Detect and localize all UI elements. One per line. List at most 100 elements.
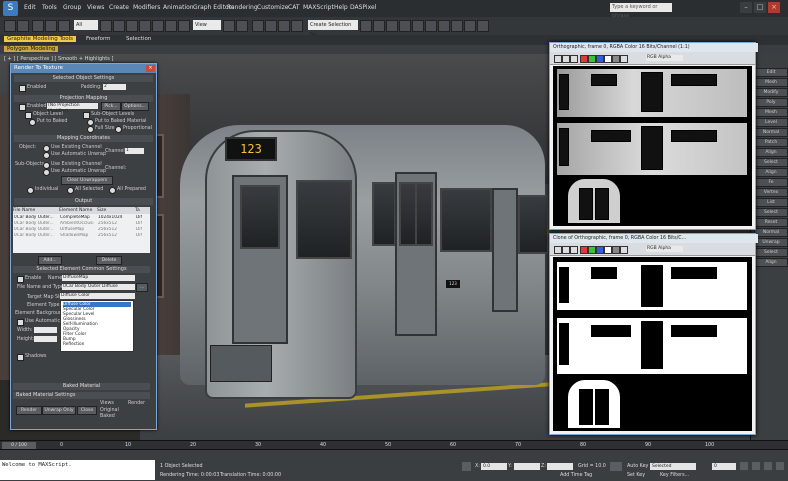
play-icon[interactable] xyxy=(740,462,748,470)
reference-coordinate-dropdown[interactable]: View xyxy=(193,20,221,30)
layer-manager-icon[interactable] xyxy=(386,20,398,32)
table-cell[interactable]: ShadowsMap xyxy=(60,233,96,239)
table-cell[interactable]: 256x512 xyxy=(98,233,134,239)
schematic-view-icon[interactable] xyxy=(425,20,437,32)
menu-help[interactable]: Help xyxy=(334,4,348,11)
viewport-label[interactable]: [ + ] [ Perspective ] [ Smooth + Highlig… xyxy=(4,56,113,62)
column-header-element-name[interactable]: Element Name xyxy=(59,207,97,214)
selection-filter-dropdown[interactable]: All xyxy=(74,20,98,30)
named-selection-dropdown[interactable]: Create Selection Se xyxy=(308,20,358,38)
alpha-channel-icon[interactable] xyxy=(604,55,612,63)
scale-icon[interactable] xyxy=(178,20,190,32)
rectangular-selection-icon[interactable] xyxy=(126,20,138,32)
menu-create[interactable]: Create xyxy=(109,4,129,11)
file-name-field[interactable]: 0Car Body Outer Diffuse xyxy=(62,284,135,290)
y-coordinate-field[interactable] xyxy=(514,463,540,470)
percent-snap-icon[interactable] xyxy=(278,20,290,32)
modifier-button[interactable]: Normal xyxy=(754,128,788,137)
monochrome-icon[interactable] xyxy=(612,246,620,254)
menu-rendering[interactable]: Rendering xyxy=(227,4,258,11)
add-button[interactable]: Add... xyxy=(38,256,62,265)
menu-modifiers[interactable]: Modifiers xyxy=(133,4,160,11)
redo-icon[interactable] xyxy=(17,20,29,32)
put-to-baked-material-radio[interactable] xyxy=(87,119,94,126)
save-image-icon[interactable] xyxy=(554,246,562,254)
clone-window-icon[interactable] xyxy=(570,55,578,63)
column-header-file-name[interactable]: File Name xyxy=(13,207,59,214)
align-icon[interactable] xyxy=(373,20,385,32)
menu-animation[interactable]: Animation xyxy=(163,4,194,11)
section-projection-mapping[interactable]: Projection Mapping xyxy=(14,95,153,102)
table-cell[interactable]: 0Car Body Outer... xyxy=(14,233,58,239)
modifier-button[interactable]: Select xyxy=(754,158,788,167)
target-map-slot-dropdown[interactable]: Diffuse Color xyxy=(60,293,135,299)
all-selected-radio[interactable] xyxy=(67,187,74,194)
section-mapping-coordinates[interactable]: Mapping Coordinates xyxy=(14,135,153,142)
sub-use-existing-radio[interactable] xyxy=(43,162,50,169)
modifier-button[interactable]: Edit xyxy=(754,68,788,77)
lock-selection-icon[interactable] xyxy=(462,462,471,471)
full-size-radio[interactable] xyxy=(87,126,94,133)
shadows-checkbox[interactable] xyxy=(17,354,24,361)
modifier-button[interactable]: Normal xyxy=(754,228,788,237)
use-auto-unwrap-radio[interactable] xyxy=(43,152,50,159)
modifier-button[interactable]: Select xyxy=(754,248,788,257)
zoom-icon[interactable] xyxy=(764,462,772,470)
close-icon[interactable]: × xyxy=(146,65,155,72)
rendered-frame-title[interactable]: Orthographic, frame 0, RGBA Color 16 Bit… xyxy=(550,43,758,52)
auto-map-size-checkbox[interactable] xyxy=(17,319,24,326)
blue-channel-icon[interactable] xyxy=(596,55,604,63)
minimize-icon[interactable]: – xyxy=(740,2,752,13)
key-filters-button[interactable]: Key Filters... xyxy=(660,473,689,478)
copy-image-icon[interactable] xyxy=(562,246,570,254)
alpha-channel-icon[interactable] xyxy=(604,246,612,254)
put-to-baked-radio[interactable] xyxy=(29,119,36,126)
close-button[interactable]: Close xyxy=(77,406,97,415)
clear-icon[interactable] xyxy=(620,246,628,254)
monochrome-icon[interactable] xyxy=(612,55,620,63)
options-button[interactable]: Options... xyxy=(121,102,149,111)
table-cell[interactable]: Dif xyxy=(136,233,150,239)
tab-freeform[interactable]: Freeform xyxy=(86,36,111,42)
menu-group[interactable]: Group xyxy=(63,4,81,11)
column-header-target[interactable]: Ta xyxy=(135,207,150,214)
time-slider-handle[interactable]: 0 / 100 xyxy=(2,442,36,449)
column-header-size[interactable]: Size xyxy=(97,207,135,214)
cloned-frame-title[interactable]: Clone of Orthographic, frame 0, RGBA Col… xyxy=(550,234,758,243)
search-input[interactable]: Type a keyword or phrase xyxy=(610,3,672,19)
pivot-center-icon[interactable] xyxy=(223,20,235,32)
add-time-tag[interactable]: Add Time Tag xyxy=(560,473,592,478)
all-prepared-radio[interactable] xyxy=(109,187,116,194)
render-production-icon[interactable] xyxy=(477,20,489,32)
browse-file-button[interactable]: … xyxy=(136,283,148,292)
red-channel-icon[interactable] xyxy=(580,246,588,254)
menu-maxscript[interactable]: MAXScript xyxy=(303,4,334,11)
object-level-checkbox[interactable] xyxy=(25,112,32,119)
tab-graphite-modeling-tools[interactable]: Graphite Modeling Tools xyxy=(4,36,77,42)
use-existing-channel-radio[interactable] xyxy=(43,145,50,152)
snap-toggle-icon[interactable] xyxy=(252,20,264,32)
padding-field[interactable]: 2 xyxy=(103,84,126,90)
undo-icon[interactable] xyxy=(4,20,16,32)
material-editor-icon[interactable] xyxy=(438,20,450,32)
maxscript-listener[interactable]: Welcome to MAXScript. xyxy=(0,460,155,480)
set-key-button[interactable]: Set Key xyxy=(627,473,645,478)
modifier-button[interactable]: List xyxy=(754,198,788,207)
modifier-button[interactable]: Modify xyxy=(754,88,788,97)
enable-checkbox[interactable] xyxy=(17,276,24,283)
copy-image-icon[interactable] xyxy=(562,55,570,63)
menu-daspixel[interactable]: DASPixel xyxy=(350,4,376,11)
key-mode-dropdown[interactable]: Selected xyxy=(650,463,696,470)
menu-views[interactable]: Views xyxy=(87,4,104,11)
modifier-button[interactable]: Align xyxy=(754,148,788,157)
clear-icon[interactable] xyxy=(620,55,628,63)
z-coordinate-field[interactable] xyxy=(547,463,573,470)
section-baked-material-settings[interactable]: Baked Material Settings xyxy=(13,392,150,399)
graphite-toggle-icon[interactable] xyxy=(399,20,411,32)
channel-field[interactable]: 1 xyxy=(125,148,144,154)
height-field[interactable] xyxy=(34,336,57,342)
bind-space-warp-icon[interactable] xyxy=(58,20,70,32)
pan-icon[interactable] xyxy=(776,462,784,470)
green-channel-icon[interactable] xyxy=(588,246,596,254)
sub-use-auto-radio[interactable] xyxy=(43,169,50,176)
